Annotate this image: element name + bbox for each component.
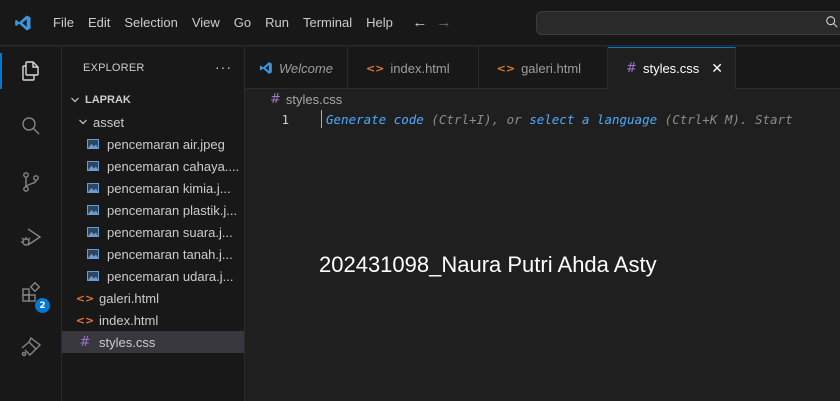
more-actions-icon[interactable]: ··· — [215, 59, 232, 75]
explorer-icon[interactable] — [0, 47, 62, 95]
file-label: pencemaran kimia.j... — [107, 180, 231, 196]
image-file-icon — [86, 138, 100, 150]
file-item-asset[interactable]: pencemaran air.jpeg — [62, 133, 244, 155]
image-file-icon — [86, 204, 100, 216]
image-file-icon — [86, 182, 100, 194]
tab-galeri-html[interactable]: <> galeri.html — [479, 47, 609, 89]
file-label: pencemaran udara.j... — [107, 268, 234, 284]
file-label: pencemaran plastik.j... — [107, 202, 238, 218]
file-item-galeri[interactable]: <> galeri.html — [62, 287, 244, 309]
image-file-icon — [86, 226, 100, 238]
code-line[interactable]: 1 Generate code (Ctrl+I), or select a la… — [245, 109, 840, 129]
menu-go[interactable]: Go — [227, 0, 258, 46]
editor-tabs: Welcome <> index.html <> galeri.html # s… — [245, 47, 840, 89]
css-hash-icon: # — [270, 91, 281, 107]
file-label: galeri.html — [99, 290, 159, 306]
tab-styles-css[interactable]: # styles.css ✕ — [608, 47, 737, 89]
root-folder-label: LAPRAK — [85, 94, 131, 106]
tab-label: galeri.html — [521, 60, 582, 76]
image-file-icon — [86, 248, 100, 260]
vscode-logo-icon — [259, 61, 273, 75]
image-file-icon — [86, 160, 100, 172]
folder-label: asset — [93, 114, 125, 130]
menu-selection[interactable]: Selection — [117, 0, 184, 46]
file-item-asset[interactable]: pencemaran kimia.j... — [62, 177, 244, 199]
run-debug-icon[interactable] — [0, 213, 62, 261]
tab-label: styles.css — [642, 61, 700, 76]
menu-view[interactable]: View — [185, 0, 227, 46]
generate-code-link[interactable]: Generate code — [326, 112, 424, 127]
file-item-asset[interactable]: pencemaran suara.j... — [62, 221, 244, 243]
folder-root-laprak[interactable]: LAPRAK — [62, 89, 244, 111]
file-item-asset[interactable]: pencemaran plastik.j... — [62, 199, 244, 221]
back-arrow-icon[interactable]: ← — [408, 14, 432, 31]
file-item-asset[interactable]: pencemaran udara.j... — [62, 265, 244, 287]
command-center-search[interactable] — [536, 11, 840, 35]
tab-label: Welcome — [279, 60, 333, 76]
search-icon — [825, 15, 839, 32]
file-label: pencemaran air.jpeg — [107, 136, 225, 152]
breadcrumb-file: styles.css — [285, 91, 343, 107]
select-language-link[interactable]: select a language — [529, 112, 657, 127]
extensions-badge: 2 — [35, 298, 50, 313]
image-file-icon — [86, 270, 100, 282]
vscode-logo-icon — [0, 0, 46, 46]
css-hash-icon: # — [79, 334, 91, 350]
html-file-icon: <> — [496, 61, 516, 75]
tab-label: index.html — [390, 60, 450, 76]
file-label: index.html — [99, 312, 159, 328]
explorer-sidebar: EXPLORER ··· LAPRAK asset pencemaran air… — [62, 47, 245, 401]
chevron-down-icon — [76, 117, 90, 127]
file-label: pencemaran cahaya.... — [107, 158, 240, 174]
empty-editor-hint: Generate code (Ctrl+I), or select a lang… — [326, 112, 793, 127]
explorer-header: EXPLORER ··· — [62, 47, 244, 89]
menu-run[interactable]: Run — [258, 0, 296, 46]
file-label: pencemaran suara.j... — [107, 224, 233, 240]
file-item-asset[interactable]: pencemaran cahaya.... — [62, 155, 244, 177]
menu-terminal[interactable]: Terminal — [296, 0, 359, 46]
file-item-asset[interactable]: pencemaran tanah.j... — [62, 243, 244, 265]
extensions-icon[interactable]: 2 — [0, 269, 62, 317]
chevron-down-icon — [68, 95, 82, 105]
search-view-icon[interactable] — [0, 102, 62, 150]
menu-edit[interactable]: Edit — [81, 0, 117, 46]
author-watermark-text: 202431098_Naura Putri Ahda Asty — [319, 252, 657, 277]
hint-text: (Ctrl+I), or — [423, 111, 530, 127]
file-item-index[interactable]: <> index.html — [62, 309, 244, 331]
forward-arrow-icon[interactable]: → — [432, 14, 456, 31]
css-hash-icon: # — [626, 61, 637, 76]
file-label: styles.css — [99, 334, 156, 350]
editor-area: Welcome <> index.html <> galeri.html # s… — [245, 47, 840, 401]
menu-file[interactable]: File — [46, 0, 81, 46]
menu-help[interactable]: Help — [359, 0, 400, 46]
breadcrumb[interactable]: # styles.css — [245, 89, 840, 109]
navigation-arrows: ← → — [408, 14, 456, 31]
file-item-styles[interactable]: # styles.css — [62, 331, 244, 353]
folder-asset[interactable]: asset — [62, 111, 244, 133]
tab-index-html[interactable]: <> index.html — [348, 47, 479, 89]
activity-bar: 2 — [0, 47, 62, 401]
html-file-icon: <> — [75, 313, 95, 327]
html-file-icon: <> — [365, 61, 385, 75]
line-number: 1 — [281, 111, 289, 127]
explorer-title: EXPLORER — [83, 62, 145, 74]
html-file-icon: <> — [75, 291, 95, 305]
menu-bar: File Edit Selection View Go Run Terminal… — [46, 0, 400, 46]
text-cursor — [321, 110, 322, 128]
title-bar: File Edit Selection View Go Run Terminal… — [0, 0, 840, 46]
close-icon[interactable]: ✕ — [711, 61, 723, 77]
file-label: pencemaran tanah.j... — [107, 246, 233, 262]
remote-explorer-icon[interactable] — [0, 323, 62, 371]
source-control-icon[interactable] — [0, 158, 62, 206]
tab-welcome[interactable]: Welcome — [245, 47, 348, 89]
hint-text: (Ctrl+K M). Start — [657, 111, 793, 127]
